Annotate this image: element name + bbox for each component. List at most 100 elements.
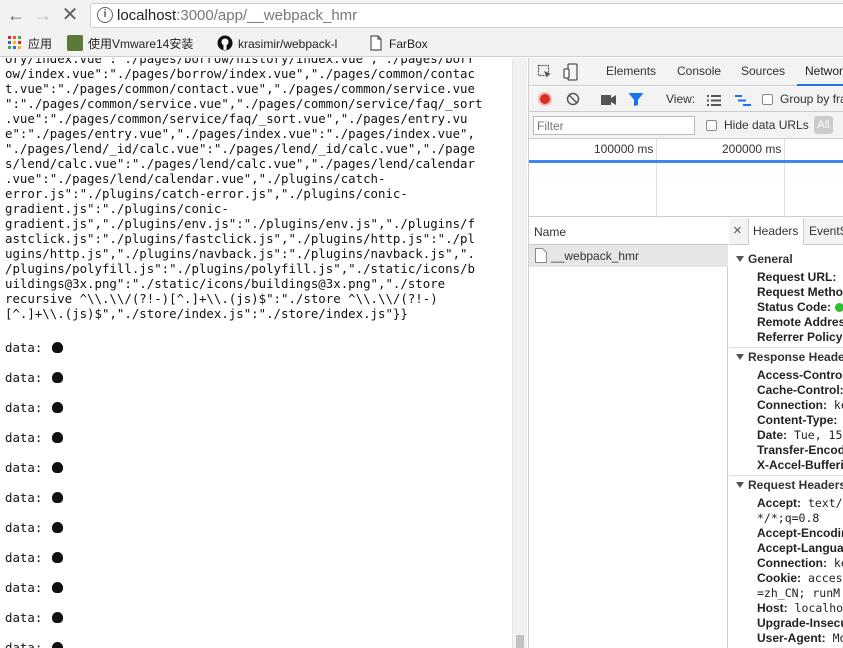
- code-line: [^.]+\\.(js)$","./store/index.js":"./sto…: [5, 306, 408, 321]
- network-toolbar: View: Group by frame: [529, 87, 843, 112]
- section-request_headers[interactable]: Request Headers: [736, 478, 843, 492]
- forward-button[interactable]: →: [33, 5, 53, 25]
- bookmark-farbox[interactable]: FarBox: [368, 35, 428, 53]
- bookmark-label: krasimir/webpack-l: [238, 37, 338, 51]
- header-row: Content-Type:: [757, 413, 837, 427]
- inspect-element-icon[interactable]: [537, 64, 553, 83]
- bookmark-vmware[interactable]: 使用Vmware14安装: [67, 35, 193, 53]
- scrollbar-thumb[interactable]: [516, 635, 524, 648]
- header-key: Referrer Policy:: [757, 330, 843, 344]
- clear-icon[interactable]: [566, 92, 580, 109]
- expand-triangle-icon: [736, 354, 744, 360]
- section-response_headers[interactable]: Response Headers: [736, 350, 843, 364]
- header-row: =zh_CN; runM: [757, 586, 840, 600]
- hide-data-urls-checkbox[interactable]: [706, 120, 717, 131]
- filter-input[interactable]: [533, 116, 695, 135]
- tab-elements[interactable]: Elements: [606, 64, 656, 78]
- header-row: Accept-Encoding: [757, 526, 843, 540]
- data-row: data:: [5, 400, 63, 415]
- header-key: Cache-Control:: [757, 383, 843, 397]
- glyph-icon: [51, 402, 63, 413]
- header-row: Accept: text/: [757, 496, 843, 510]
- header-value: Mo: [832, 631, 843, 645]
- data-row: data:: [5, 580, 63, 595]
- data-row: data:: [5, 550, 63, 565]
- header-row: Accept-Language: [757, 541, 843, 555]
- section-title: Response Headers: [748, 350, 843, 364]
- header-key: Status Code:: [757, 300, 832, 314]
- bookmark-image-icon: [67, 35, 83, 51]
- data-prefix: data:: [5, 550, 50, 565]
- header-key: Access-Control-: [757, 368, 843, 382]
- timeline-gridline: [784, 139, 785, 217]
- bookmark-apps[interactable]: 应用: [7, 35, 52, 53]
- tab-sources[interactable]: Sources: [741, 64, 785, 78]
- section-general[interactable]: General: [736, 252, 793, 266]
- record-icon[interactable]: [538, 92, 552, 106]
- devtools-tabbar: Elements Console Sources Network: [529, 58, 843, 86]
- back-button[interactable]: ←: [6, 5, 26, 25]
- address-bar[interactable]: i localhost:3000/app/__webpack_hmr: [90, 3, 843, 28]
- large-rows-icon[interactable]: [707, 94, 721, 109]
- header-key: Upgrade-Insecure: [757, 616, 843, 630]
- tab-console[interactable]: Console: [677, 64, 721, 78]
- group-by-frame-label: Group by frame: [780, 92, 843, 106]
- glyph-icon: [51, 372, 63, 383]
- code-line: ow/index.vue":"./pages/borrow/index.vue"…: [5, 66, 475, 81]
- header-key: Request Method:: [757, 285, 843, 299]
- filter-icon[interactable]: [628, 93, 644, 109]
- expand-triangle-icon: [736, 256, 744, 262]
- waterfall-icon[interactable]: [735, 94, 751, 109]
- filter-all-button[interactable]: All: [814, 116, 833, 134]
- name-column-header[interactable]: Name: [534, 225, 566, 239]
- data-row: data:: [5, 460, 63, 475]
- header-key: Transfer-Encoding: [757, 443, 843, 457]
- request-name[interactable]: __webpack_hmr: [551, 249, 639, 263]
- tab-eventstream[interactable]: EventStream: [809, 224, 843, 238]
- active-tab-indicator: [797, 84, 843, 86]
- section-title: Request Headers: [748, 478, 843, 492]
- header-row: X-Accel-Buffering: [757, 458, 843, 472]
- tab-headers[interactable]: Headers: [753, 224, 798, 238]
- stop-loading-icon[interactable]: ✕: [60, 5, 80, 25]
- header-row: Remote Address:: [757, 315, 843, 329]
- page-scrollbar[interactable]: [512, 58, 527, 648]
- url-path: :3000/app/__webpack_hmr: [176, 7, 358, 24]
- info-icon[interactable]: i: [97, 7, 113, 23]
- header-row: Status Code:: [757, 300, 843, 314]
- close-details-icon[interactable]: ×: [733, 222, 742, 239]
- bookmark-github[interactable]: krasimir/webpack-l: [217, 35, 337, 53]
- page-icon: [368, 35, 384, 51]
- page-content: ory/index.vue":"./pages/borrow/history/i…: [0, 58, 512, 648]
- tab-network[interactable]: Network: [805, 64, 843, 78]
- device-toolbar-icon[interactable]: [563, 63, 579, 84]
- group-by-frame-checkbox[interactable]: [762, 94, 773, 105]
- data-prefix: data:: [5, 610, 50, 625]
- data-prefix: data:: [5, 400, 50, 415]
- code-line: error.js":"./plugins/catch-error.js","./…: [5, 186, 408, 201]
- document-icon: [535, 248, 547, 266]
- header-key: Request URL:: [757, 270, 837, 284]
- header-row: */*;q=0.8: [757, 511, 819, 525]
- code-line: /plugins/polyfill.js":"./plugins/polyfil…: [5, 261, 475, 276]
- code-line: .vue":"./pages/common/service/faq/_sort.…: [5, 111, 468, 126]
- hide-data-urls-label: Hide data URLs: [724, 118, 809, 132]
- view-label: View:: [666, 92, 696, 106]
- header-row: Connection: ke: [757, 556, 843, 570]
- header-key: Content-Type:: [757, 413, 838, 427]
- code-line: ory/index.vue":"./pages/borrow/history/i…: [5, 58, 475, 66]
- request-row[interactable]: __webpack_hmr: [529, 245, 728, 267]
- screenshot-camera-icon[interactable]: [601, 94, 617, 109]
- url-host: localhost: [117, 7, 177, 24]
- section-divider: [729, 475, 843, 476]
- request-list: Name __webpack_hmr: [529, 218, 728, 648]
- bookmarks-bar: 应用 使用Vmware14安装 krasimir/webpack-l FarBo…: [0, 31, 843, 57]
- header-key: Connection:: [757, 398, 827, 412]
- header-key: Date:: [757, 428, 788, 442]
- data-row: data:: [5, 640, 63, 648]
- header-row: Cache-Control:: [757, 383, 843, 397]
- data-prefix: data:: [5, 640, 50, 648]
- data-prefix: data:: [5, 580, 50, 595]
- header-value: Tue, 15: [787, 428, 843, 442]
- glyph-icon: [51, 582, 63, 593]
